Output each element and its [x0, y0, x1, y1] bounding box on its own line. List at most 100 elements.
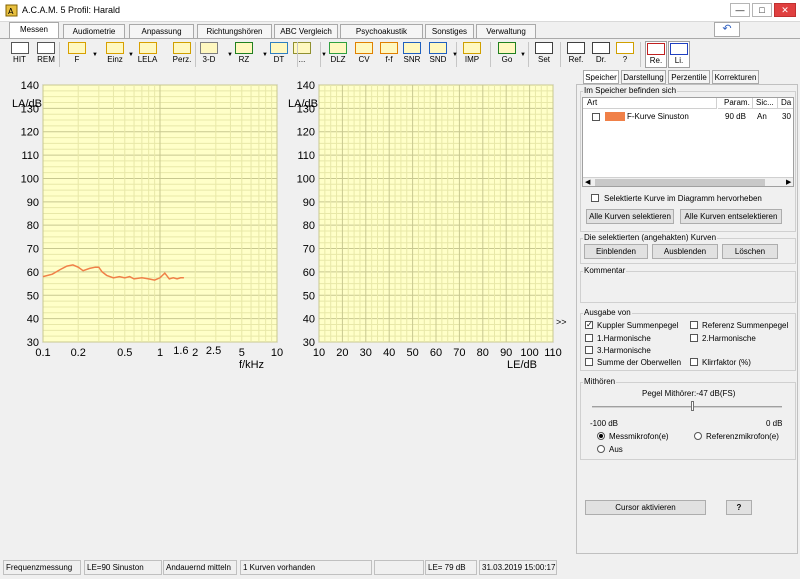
col-header-da[interactable]: Da	[778, 98, 793, 109]
tab-richtungsh-ren[interactable]: Richtungshören	[197, 24, 272, 38]
toolbar-label: REM	[37, 55, 55, 64]
x-tick-label: 70	[453, 347, 465, 359]
output-checkbox[interactable]	[690, 321, 698, 329]
toolbar-button-dr[interactable]: Dr.	[590, 41, 612, 68]
toolbar-button-[interactable]: ...	[291, 41, 313, 68]
toolbar-button-hit[interactable]: HIT	[10, 41, 29, 68]
status-field: LE=90 Sinuston	[84, 560, 162, 575]
toolbar-label: SND	[429, 55, 447, 64]
output-checkbox[interactable]	[690, 358, 698, 366]
comment-field[interactable]	[583, 278, 793, 300]
output-checkbox[interactable]	[585, 346, 593, 354]
table-row[interactable]: F-Kurve Sinuston 90 dB An 30	[583, 111, 793, 123]
toolbar-label: ...	[298, 55, 306, 64]
output-checkbox[interactable]	[585, 334, 593, 342]
tab-sonstiges[interactable]: Sonstiges	[425, 24, 474, 38]
toolbar-button-snr[interactable]: SNR	[401, 41, 423, 68]
toolbar-button-lela[interactable]: LELA	[134, 41, 161, 68]
toolbar-button-rz[interactable]: RZ	[233, 41, 255, 68]
hide-button[interactable]: Ausblenden	[652, 244, 718, 259]
single-icon	[106, 42, 124, 54]
toolbar-button-ff[interactable]: f-f	[378, 41, 400, 68]
toolbar-button-f[interactable]: F	[64, 41, 90, 68]
x-tick-label: 100	[520, 347, 538, 359]
toolbar-separator	[560, 42, 561, 67]
highlight-checkbox[interactable]	[591, 194, 599, 202]
toolbar-button-go[interactable]: Go	[494, 41, 520, 68]
tab-darstellung[interactable]: Darstellung	[621, 70, 666, 84]
monitor-slider-thumb[interactable]	[690, 401, 694, 411]
output-checkbox[interactable]	[690, 334, 698, 342]
tab-verwaltung[interactable]: Verwaltung	[476, 24, 536, 38]
col-header-param[interactable]: Param.	[718, 98, 753, 109]
toolbar-button-snd[interactable]: SND	[426, 41, 450, 68]
dropdown-arrow-icon[interactable]: ▼	[452, 52, 458, 58]
dropdown-arrow-icon[interactable]: ▼	[227, 52, 233, 58]
col-header-art[interactable]: Art	[583, 98, 717, 109]
monitor-radio-label: Aus	[609, 445, 623, 454]
dropdown-arrow-icon[interactable]: ▼	[92, 52, 98, 58]
tab-messen[interactable]: Messen	[9, 22, 59, 39]
tab-perzentile[interactable]: Perzentile	[668, 70, 710, 84]
deselect-all-button[interactable]: Alle Kurven entselektieren	[680, 209, 782, 224]
toolbar-button-dlz[interactable]: DLZ	[327, 41, 349, 68]
cursor-activate-button[interactable]: Cursor aktivieren	[585, 500, 706, 515]
toolbar-button-re[interactable]: Re.	[645, 41, 667, 68]
tab-psychoakustik[interactable]: Psychoakustik	[340, 24, 423, 38]
monitor-radio[interactable]	[597, 432, 605, 440]
comment-group-label: Kommentar	[583, 266, 627, 275]
table-scrollbar[interactable]: ◀ ▶	[583, 177, 793, 186]
tools-icon	[535, 42, 553, 54]
x-tick-label: 40	[383, 347, 395, 359]
tab-audiometrie[interactable]: Audiometrie	[63, 24, 125, 38]
monitor-radio[interactable]	[694, 432, 702, 440]
output-checkbox[interactable]	[585, 358, 593, 366]
hit-icon	[10, 42, 29, 54]
toolbar-button-imp[interactable]: IMP	[460, 41, 484, 68]
toolbar-button-[interactable]: ?	[614, 41, 636, 68]
toolbar-button-cv[interactable]: CV	[352, 41, 376, 68]
scrollbar-thumb[interactable]	[595, 179, 765, 186]
x-tick-label: 1.6	[173, 345, 188, 357]
col-header-sic[interactable]: Sic...	[753, 98, 778, 109]
tab-korrekturen[interactable]: Korrekturen	[712, 70, 759, 84]
toolbar-label: ?	[622, 55, 628, 64]
toolbar-button-perz[interactable]: Perz.	[169, 41, 195, 68]
toolbar-label: Go	[501, 55, 513, 64]
frequency-chart-svg[interactable]: 30405060708090100110120130140LA/dB0.1 0.2…	[0, 78, 290, 378]
maximize-button[interactable]: □	[752, 3, 772, 17]
y-tick-label: 50	[303, 290, 315, 302]
selected-group-label: Die selektierten (angehakten) Kurven	[583, 233, 718, 242]
toolbar-button-set[interactable]: Set	[533, 41, 555, 68]
close-button[interactable]: ✕	[774, 3, 796, 17]
dropdown-arrow-icon[interactable]: ▼	[520, 52, 526, 58]
rz-icon	[235, 42, 253, 54]
monitor-radio[interactable]	[597, 445, 605, 453]
show-button[interactable]: Einblenden	[584, 244, 648, 259]
undo-button[interactable]: ↶	[714, 22, 740, 37]
dropdown-arrow-icon[interactable]: ▼	[262, 52, 268, 58]
toolbar-button-dt[interactable]: DT	[267, 41, 291, 68]
x-tick-label: 0.2	[71, 347, 86, 359]
x-tick-label: 2	[192, 347, 198, 359]
help-button[interactable]: ?	[726, 500, 752, 515]
dropdown-arrow-icon[interactable]: ▼	[321, 52, 327, 58]
tab-anpassung[interactable]: Anpassung	[129, 24, 194, 38]
minimize-button[interactable]: —	[730, 3, 750, 17]
dropdown-arrow-icon[interactable]: ▼	[128, 52, 134, 58]
select-all-button[interactable]: Alle Kurven selektieren	[586, 209, 674, 224]
io-chart-svg[interactable]: 30405060708090100110120130140LA/dB10 20 30…	[276, 78, 566, 378]
toolbar-button-rem[interactable]: REM	[34, 41, 58, 68]
tab-abc-vergleich[interactable]: ABC Vergleich	[274, 24, 338, 38]
monitor-slider-track[interactable]	[592, 406, 782, 408]
toolbar-button-ref[interactable]: Ref.	[565, 41, 587, 68]
toolbar-button-li[interactable]: Li.	[668, 41, 690, 68]
toolbar-button-3d[interactable]: 3-D	[198, 41, 220, 68]
toolbar-button-einz[interactable]: Einz	[100, 41, 130, 68]
delete-button[interactable]: Löschen	[722, 244, 778, 259]
output-checkbox[interactable]: ✓	[585, 321, 593, 329]
tab-speicher[interactable]: Speicher	[583, 70, 619, 84]
rem-icon	[37, 42, 55, 54]
row-checkbox[interactable]	[592, 113, 600, 121]
collapse-arrow[interactable]: >>	[556, 317, 567, 327]
